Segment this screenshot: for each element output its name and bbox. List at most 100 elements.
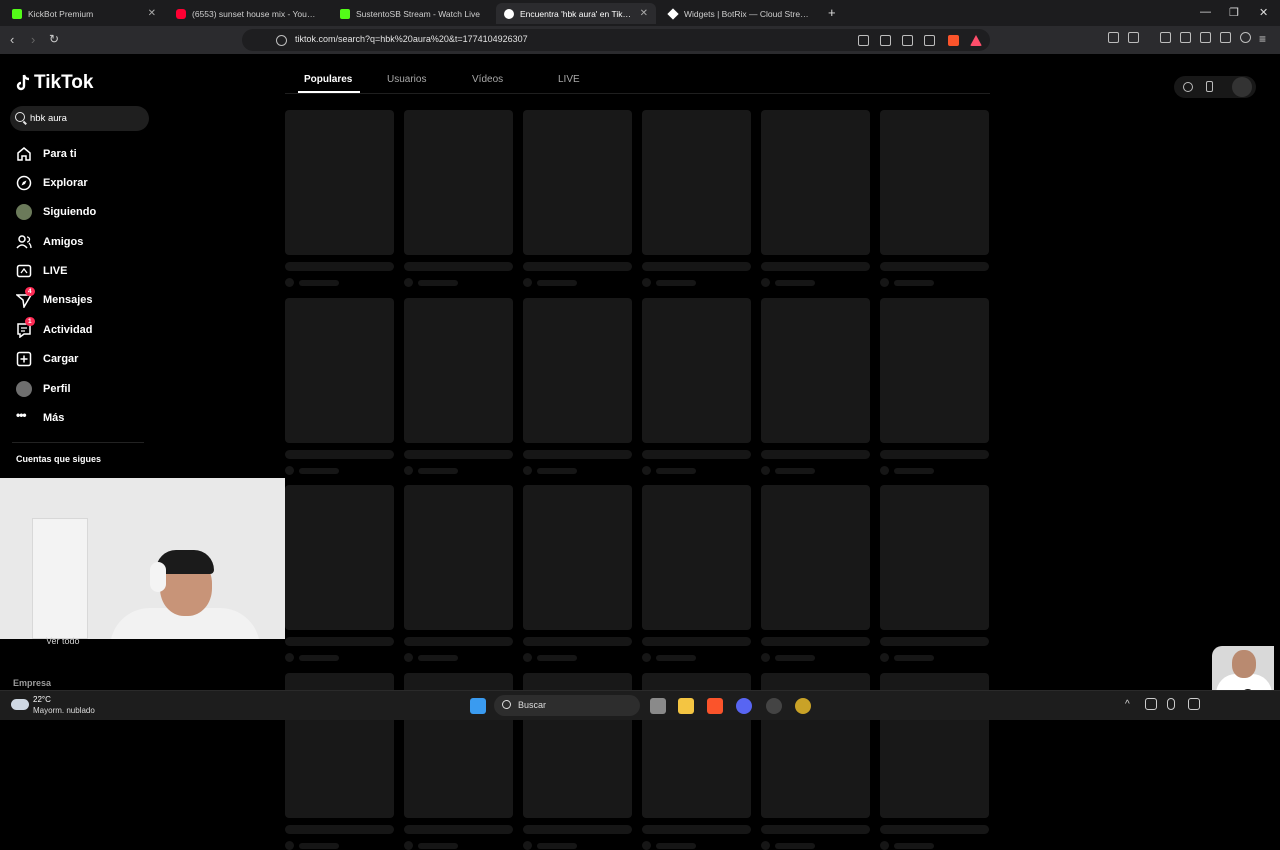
see-all-link[interactable]: Ver todo: [46, 636, 80, 646]
close-window-icon[interactable]: ✕: [1259, 6, 1268, 19]
tab-tiktok[interactable]: Encuentra 'hbk aura' en TikTok ✕: [496, 3, 656, 24]
video-thumbnail-placeholder[interactable]: [761, 485, 870, 630]
sidebar-item-mas[interactable]: ••• Más: [16, 408, 64, 428]
video-card-skeleton[interactable]: [880, 110, 989, 287]
sidebar-item-mensajes[interactable]: 4 Mensajes: [14, 287, 93, 310]
tab-kick-stream[interactable]: SustentoSB Stream - Watch Live: [332, 3, 492, 24]
sidebar-item-live[interactable]: LIVE: [16, 261, 67, 281]
video-card-skeleton[interactable]: [523, 485, 632, 662]
video-card-skeleton[interactable]: [880, 298, 989, 475]
windows-start-icon[interactable]: [470, 698, 486, 714]
brave-browser-icon[interactable]: [707, 698, 723, 714]
video-thumbnail-placeholder[interactable]: [523, 298, 632, 443]
video-thumbnail-placeholder[interactable]: [404, 298, 513, 443]
video-thumbnail-placeholder[interactable]: [404, 110, 513, 255]
video-card-skeleton[interactable]: [285, 110, 394, 287]
video-card-skeleton[interactable]: [404, 298, 513, 475]
minimize-icon[interactable]: —: [1200, 6, 1211, 18]
avatar[interactable]: [1232, 77, 1252, 97]
sidebar-item-cargar[interactable]: Cargar: [16, 349, 78, 369]
vpn-icon[interactable]: [1240, 32, 1251, 43]
sidebar-item-explorar[interactable]: Explorar: [16, 173, 88, 193]
video-thumbnail-placeholder[interactable]: [642, 110, 751, 255]
video-card-skeleton[interactable]: [642, 110, 751, 287]
search-input[interactable]: hbk aura: [10, 106, 149, 131]
tray-chevron-icon[interactable]: ^: [1125, 699, 1130, 710]
url-text[interactable]: tiktok.com/search?q=hbk%20aura%20&t=1774…: [295, 34, 528, 44]
display-icon[interactable]: [1188, 698, 1200, 710]
tab-search-icon[interactable]: [1200, 32, 1211, 43]
video-thumbnail-placeholder[interactable]: [404, 485, 513, 630]
video-thumbnail-placeholder[interactable]: [642, 298, 751, 443]
brave-rewards-icon[interactable]: [970, 35, 982, 46]
video-thumbnail-placeholder[interactable]: [642, 485, 751, 630]
video-card-skeleton[interactable]: [761, 298, 870, 475]
video-card-skeleton[interactable]: [523, 110, 632, 287]
compass-toggle-icon[interactable]: [1183, 82, 1193, 92]
video-thumbnail-placeholder[interactable]: [761, 110, 870, 255]
weather-description[interactable]: Mayorm. nublado: [33, 706, 95, 715]
video-card-skeleton[interactable]: [285, 298, 394, 475]
video-thumbnail-placeholder[interactable]: [761, 298, 870, 443]
video-thumbnail-placeholder[interactable]: [285, 298, 394, 443]
tab-usuarios[interactable]: Usuarios: [387, 74, 426, 85]
video-thumbnail-placeholder[interactable]: [523, 110, 632, 255]
sidebar-item-perfil[interactable]: Perfil: [16, 379, 71, 399]
back-icon[interactable]: ‹: [10, 32, 14, 47]
tab-live[interactable]: LIVE: [558, 74, 580, 85]
new-tab-button[interactable]: +: [828, 5, 836, 20]
video-card-skeleton[interactable]: [761, 110, 870, 287]
tab-populares[interactable]: Populares: [304, 74, 352, 85]
extensions-icon[interactable]: [1108, 32, 1119, 43]
reader-icon[interactable]: [858, 35, 869, 46]
video-card-skeleton[interactable]: [761, 485, 870, 662]
video-thumbnail-placeholder[interactable]: [880, 110, 989, 255]
microphone-icon[interactable]: [1167, 698, 1175, 710]
obs-icon[interactable]: [766, 698, 782, 714]
menu-icon[interactable]: ≡: [1259, 32, 1266, 46]
site-settings-icon[interactable]: [276, 35, 287, 46]
phone-toggle-icon[interactable]: [1206, 81, 1213, 92]
video-card-skeleton[interactable]: [523, 298, 632, 475]
tiktok-logo[interactable]: TikTok: [16, 72, 93, 94]
sidebar-icon[interactable]: [1180, 32, 1191, 43]
media-icon[interactable]: [1160, 32, 1171, 43]
weather-cloud-icon[interactable]: [11, 699, 29, 710]
tab-kickbot[interactable]: KickBot Premium ✕: [4, 3, 164, 24]
sidebar-item-amigos[interactable]: Amigos: [16, 232, 83, 252]
video-card-skeleton[interactable]: [642, 485, 751, 662]
search-value[interactable]: hbk aura: [30, 113, 67, 124]
video-thumbnail-placeholder[interactable]: [880, 485, 989, 630]
tab-youtube[interactable]: (6553) sunset house mix - YouTube: [168, 3, 328, 24]
close-icon[interactable]: ✕: [148, 8, 156, 19]
taskbar-search-placeholder[interactable]: Buscar: [518, 700, 546, 710]
reload-icon[interactable]: ↻: [49, 32, 59, 46]
discord-icon[interactable]: [736, 698, 752, 714]
video-card-skeleton[interactable]: [642, 298, 751, 475]
brave-shield-icon[interactable]: [948, 35, 959, 46]
app-icon[interactable]: [795, 698, 811, 714]
address-bar[interactable]: tiktok.com/search?q=hbk%20aura%20&t=1774…: [242, 29, 990, 51]
maximize-icon[interactable]: ❐: [1229, 6, 1239, 19]
screenshot-icon[interactable]: [902, 35, 913, 46]
video-card-skeleton[interactable]: [880, 485, 989, 662]
weather-temperature[interactable]: 22°C: [33, 695, 51, 704]
video-thumbnail-placeholder[interactable]: [523, 485, 632, 630]
video-thumbnail-placeholder[interactable]: [285, 110, 394, 255]
video-thumbnail-placeholder[interactable]: [880, 298, 989, 443]
leo-ai-icon[interactable]: [1220, 32, 1231, 43]
tab-botrix[interactable]: Widgets | BotRix — Cloud Streaming: [660, 3, 820, 24]
tab-videos[interactable]: Vídeos: [472, 74, 503, 85]
translate-icon[interactable]: [880, 35, 891, 46]
sidebar-item-siguiendo[interactable]: Siguiendo: [16, 202, 96, 222]
video-thumbnail-placeholder[interactable]: [285, 485, 394, 630]
wallet-icon[interactable]: [1128, 32, 1139, 43]
sidebar-item-para-ti[interactable]: Para ti: [16, 144, 77, 164]
close-icon[interactable]: ✕: [640, 8, 648, 19]
video-card-skeleton[interactable]: [404, 485, 513, 662]
file-explorer-icon[interactable]: [678, 698, 694, 714]
video-card-skeleton[interactable]: [285, 485, 394, 662]
video-card-skeleton[interactable]: [404, 110, 513, 287]
share-icon[interactable]: [924, 35, 935, 46]
taskbar-search[interactable]: Buscar: [494, 695, 640, 716]
